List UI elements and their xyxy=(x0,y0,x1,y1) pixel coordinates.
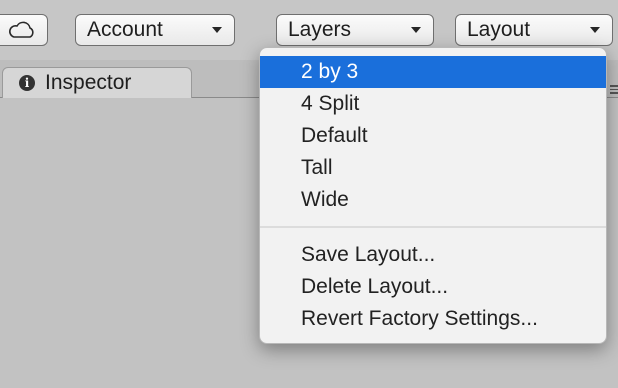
chevron-down-icon xyxy=(212,27,222,33)
menu-item-default[interactable]: Default xyxy=(260,120,606,152)
layers-dropdown-label: Layers xyxy=(288,18,352,41)
cloud-button[interactable] xyxy=(0,14,48,46)
menu-item-tall[interactable]: Tall xyxy=(260,152,606,184)
menu-item-save-layout[interactable]: Save Layout... xyxy=(260,239,606,271)
menu-item-wide[interactable]: Wide xyxy=(260,184,606,216)
tab-inspector[interactable]: i Inspector xyxy=(2,67,192,98)
layout-dropdown[interactable]: Layout xyxy=(455,14,613,46)
menu-separator xyxy=(260,226,606,228)
tab-label: Inspector xyxy=(45,71,132,94)
menu-item-2-by-3[interactable]: 2 by 3 xyxy=(260,56,606,88)
account-dropdown[interactable]: Account xyxy=(75,14,235,46)
layout-menu: 2 by 3 4 Split Default Tall Wide Save La… xyxy=(259,47,607,344)
cloud-icon xyxy=(9,21,34,38)
panel-menu-icon[interactable] xyxy=(610,85,618,94)
menu-item-delete-layout[interactable]: Delete Layout... xyxy=(260,271,606,303)
menu-item-revert-factory-settings[interactable]: Revert Factory Settings... xyxy=(260,303,606,335)
account-dropdown-label: Account xyxy=(87,18,163,41)
info-icon: i xyxy=(19,75,35,91)
layers-dropdown[interactable]: Layers xyxy=(276,14,434,46)
menu-item-4-split[interactable]: 4 Split xyxy=(260,88,606,120)
chevron-down-icon xyxy=(590,27,600,33)
layout-dropdown-label: Layout xyxy=(467,18,531,41)
chevron-down-icon xyxy=(411,27,421,33)
